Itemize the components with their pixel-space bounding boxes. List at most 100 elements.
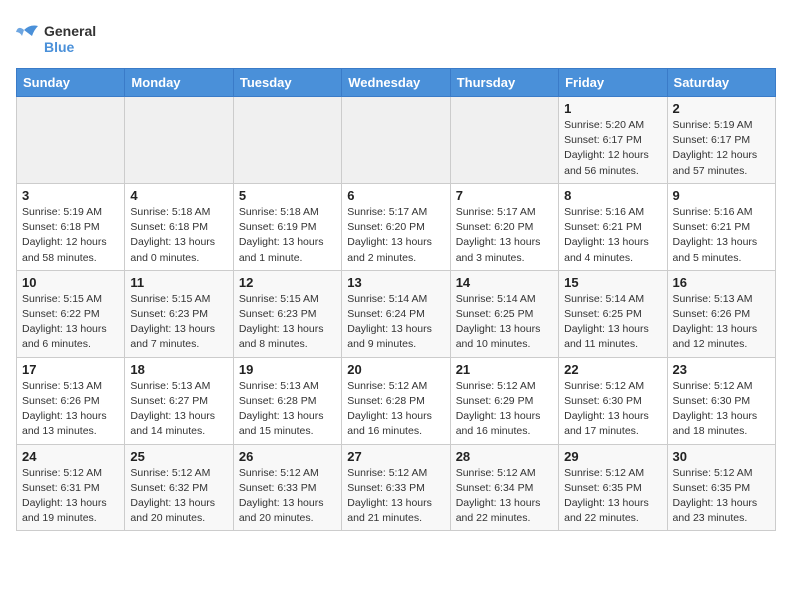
day-number: 25 (130, 449, 227, 464)
calendar-week-3: 10 Sunrise: 5:15 AM Sunset: 6:22 PM Dayli… (17, 270, 776, 357)
logo-svg: General Blue (16, 16, 116, 60)
day-info: Sunrise: 5:16 AM Sunset: 6:21 PM Dayligh… (673, 205, 770, 266)
calendar-table: SundayMondayTuesdayWednesdayThursdayFrid… (16, 68, 776, 531)
day-number: 28 (456, 449, 553, 464)
calendar-cell: 19 Sunrise: 5:13 AM Sunset: 6:28 PM Dayli… (233, 357, 341, 444)
calendar-cell: 15 Sunrise: 5:14 AM Sunset: 6:25 PM Dayli… (559, 270, 667, 357)
day-info: Sunrise: 5:12 AM Sunset: 6:33 PM Dayligh… (239, 466, 336, 527)
day-number: 17 (22, 362, 119, 377)
day-info: Sunrise: 5:13 AM Sunset: 6:27 PM Dayligh… (130, 379, 227, 440)
day-number: 10 (22, 275, 119, 290)
day-number: 14 (456, 275, 553, 290)
calendar-cell: 21 Sunrise: 5:12 AM Sunset: 6:29 PM Dayli… (450, 357, 558, 444)
day-info: Sunrise: 5:13 AM Sunset: 6:26 PM Dayligh… (22, 379, 119, 440)
calendar-cell: 18 Sunrise: 5:13 AM Sunset: 6:27 PM Dayli… (125, 357, 233, 444)
day-info: Sunrise: 5:16 AM Sunset: 6:21 PM Dayligh… (564, 205, 661, 266)
calendar-week-4: 17 Sunrise: 5:13 AM Sunset: 6:26 PM Dayli… (17, 357, 776, 444)
day-number: 27 (347, 449, 444, 464)
day-info: Sunrise: 5:20 AM Sunset: 6:17 PM Dayligh… (564, 118, 661, 179)
day-number: 11 (130, 275, 227, 290)
day-number: 15 (564, 275, 661, 290)
day-info: Sunrise: 5:18 AM Sunset: 6:18 PM Dayligh… (130, 205, 227, 266)
day-number: 26 (239, 449, 336, 464)
calendar-cell: 11Sunrise: 5:15 AM Sunset: 6:23 PM Dayli… (125, 270, 233, 357)
calendar-cell: 9 Sunrise: 5:16 AM Sunset: 6:21 PM Daylig… (667, 183, 775, 270)
calendar-week-1: 1Sunrise: 5:20 AM Sunset: 6:17 PM Daylig… (17, 97, 776, 184)
day-info: Sunrise: 5:15 AM Sunset: 6:23 PM Dayligh… (239, 292, 336, 353)
day-info: Sunrise: 5:12 AM Sunset: 6:28 PM Dayligh… (347, 379, 444, 440)
day-info: Sunrise: 5:12 AM Sunset: 6:29 PM Dayligh… (456, 379, 553, 440)
day-number: 16 (673, 275, 770, 290)
calendar-week-2: 3 Sunrise: 5:19 AM Sunset: 6:18 PM Daylig… (17, 183, 776, 270)
calendar-cell: 12 Sunrise: 5:15 AM Sunset: 6:23 PM Dayli… (233, 270, 341, 357)
calendar-cell: 28 Sunrise: 5:12 AM Sunset: 6:34 PM Dayli… (450, 444, 558, 531)
day-number: 8 (564, 188, 661, 203)
calendar-cell: 17 Sunrise: 5:13 AM Sunset: 6:26 PM Dayli… (17, 357, 125, 444)
day-info: Sunrise: 5:19 AM Sunset: 6:18 PM Dayligh… (22, 205, 119, 266)
day-info: Sunrise: 5:17 AM Sunset: 6:20 PM Dayligh… (347, 205, 444, 266)
day-number: 9 (673, 188, 770, 203)
day-number: 20 (347, 362, 444, 377)
day-info: Sunrise: 5:14 AM Sunset: 6:25 PM Dayligh… (564, 292, 661, 353)
header-friday: Friday (559, 69, 667, 97)
day-number: 21 (456, 362, 553, 377)
day-info: Sunrise: 5:12 AM Sunset: 6:32 PM Dayligh… (130, 466, 227, 527)
day-number: 23 (673, 362, 770, 377)
day-info: Sunrise: 5:18 AM Sunset: 6:19 PM Dayligh… (239, 205, 336, 266)
day-number: 19 (239, 362, 336, 377)
calendar-cell: 2 Sunrise: 5:19 AM Sunset: 6:17 PM Daylig… (667, 97, 775, 184)
day-number: 29 (564, 449, 661, 464)
day-number: 22 (564, 362, 661, 377)
day-info: Sunrise: 5:12 AM Sunset: 6:34 PM Dayligh… (456, 466, 553, 527)
calendar-cell: 5 Sunrise: 5:18 AM Sunset: 6:19 PM Daylig… (233, 183, 341, 270)
calendar-cell: 3 Sunrise: 5:19 AM Sunset: 6:18 PM Daylig… (17, 183, 125, 270)
day-info: Sunrise: 5:13 AM Sunset: 6:28 PM Dayligh… (239, 379, 336, 440)
day-number: 3 (22, 188, 119, 203)
svg-text:Blue: Blue (44, 39, 75, 55)
day-number: 2 (673, 101, 770, 116)
header-saturday: Saturday (667, 69, 775, 97)
calendar-cell: 24Sunrise: 5:12 AM Sunset: 6:31 PM Dayli… (17, 444, 125, 531)
day-info: Sunrise: 5:13 AM Sunset: 6:26 PM Dayligh… (673, 292, 770, 353)
calendar-cell: 16 Sunrise: 5:13 AM Sunset: 6:26 PM Dayli… (667, 270, 775, 357)
day-number: 5 (239, 188, 336, 203)
calendar-cell (450, 97, 558, 184)
calendar-cell: 29 Sunrise: 5:12 AM Sunset: 6:35 PM Dayli… (559, 444, 667, 531)
calendar-cell: 25 Sunrise: 5:12 AM Sunset: 6:32 PM Dayli… (125, 444, 233, 531)
day-info: Sunrise: 5:19 AM Sunset: 6:17 PM Dayligh… (673, 118, 770, 179)
day-info: Sunrise: 5:12 AM Sunset: 6:33 PM Dayligh… (347, 466, 444, 527)
day-number: 18 (130, 362, 227, 377)
day-number: 13 (347, 275, 444, 290)
calendar-cell: 10 Sunrise: 5:15 AM Sunset: 6:22 PM Dayli… (17, 270, 125, 357)
calendar-cell: 7Sunrise: 5:17 AM Sunset: 6:20 PM Daylig… (450, 183, 558, 270)
calendar-cell: 14 Sunrise: 5:14 AM Sunset: 6:25 PM Dayli… (450, 270, 558, 357)
calendar-cell: 13 Sunrise: 5:14 AM Sunset: 6:24 PM Dayli… (342, 270, 450, 357)
header-thursday: Thursday (450, 69, 558, 97)
calendar-body: 1Sunrise: 5:20 AM Sunset: 6:17 PM Daylig… (17, 97, 776, 531)
day-info: Sunrise: 5:15 AM Sunset: 6:22 PM Dayligh… (22, 292, 119, 353)
day-info: Sunrise: 5:12 AM Sunset: 6:30 PM Dayligh… (564, 379, 661, 440)
calendar-header-row: SundayMondayTuesdayWednesdayThursdayFrid… (17, 69, 776, 97)
calendar-cell: 20 Sunrise: 5:12 AM Sunset: 6:28 PM Dayli… (342, 357, 450, 444)
day-info: Sunrise: 5:14 AM Sunset: 6:24 PM Dayligh… (347, 292, 444, 353)
day-info: Sunrise: 5:17 AM Sunset: 6:20 PM Dayligh… (456, 205, 553, 266)
day-number: 6 (347, 188, 444, 203)
calendar-cell: 1Sunrise: 5:20 AM Sunset: 6:17 PM Daylig… (559, 97, 667, 184)
day-info: Sunrise: 5:12 AM Sunset: 6:31 PM Dayligh… (22, 466, 119, 527)
calendar-cell (17, 97, 125, 184)
day-info: Sunrise: 5:12 AM Sunset: 6:35 PM Dayligh… (673, 466, 770, 527)
calendar-cell: 8 Sunrise: 5:16 AM Sunset: 6:21 PM Daylig… (559, 183, 667, 270)
day-number: 4 (130, 188, 227, 203)
page-header: General Blue (16, 16, 776, 60)
day-info: Sunrise: 5:12 AM Sunset: 6:35 PM Dayligh… (564, 466, 661, 527)
calendar-cell (342, 97, 450, 184)
day-info: Sunrise: 5:14 AM Sunset: 6:25 PM Dayligh… (456, 292, 553, 353)
calendar-cell: 30 Sunrise: 5:12 AM Sunset: 6:35 PM Dayli… (667, 444, 775, 531)
calendar-cell: 23Sunrise: 5:12 AM Sunset: 6:30 PM Dayli… (667, 357, 775, 444)
calendar-cell: 26 Sunrise: 5:12 AM Sunset: 6:33 PM Dayli… (233, 444, 341, 531)
header-monday: Monday (125, 69, 233, 97)
calendar-cell (125, 97, 233, 184)
svg-text:General: General (44, 23, 96, 39)
day-number: 30 (673, 449, 770, 464)
day-number: 12 (239, 275, 336, 290)
